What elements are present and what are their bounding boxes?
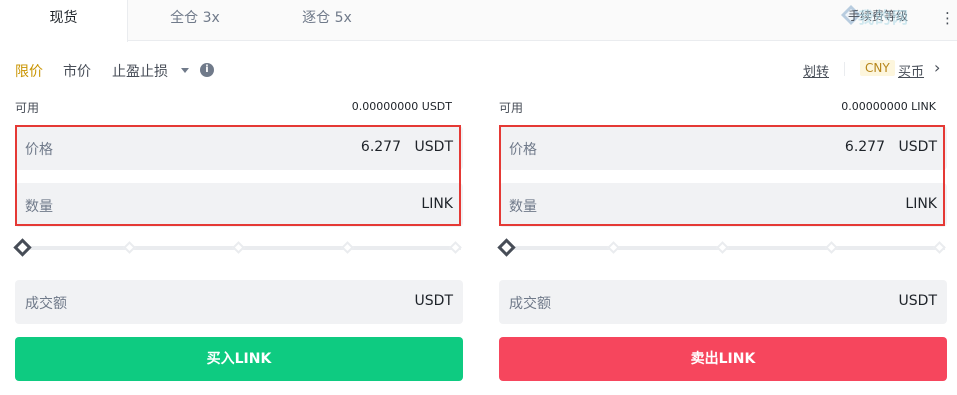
price-value: 6.277	[844, 139, 885, 155]
buy-panel: 可用 0.00000000 USDT 价格 6.277 USDT 数量 LINK…	[13, 96, 463, 381]
slider-tick-75[interactable]	[341, 241, 354, 254]
slider-tick-100[interactable]	[449, 241, 462, 254]
buy-total-input[interactable]: 成交额 USDT	[15, 280, 463, 324]
slider-tick-75[interactable]	[825, 241, 838, 254]
slider-handle[interactable]	[497, 238, 516, 257]
price-unit: USDT	[414, 139, 453, 155]
order-type-stop-limit[interactable]: 止盈止损	[112, 61, 168, 81]
watermark: 我的网	[858, 8, 910, 27]
available-value: 0.00000000 USDT	[351, 100, 452, 113]
slider-tick-25[interactable]	[123, 241, 136, 254]
info-icon[interactable]: i	[200, 63, 214, 77]
transfer-link[interactable]: 划转	[803, 61, 829, 80]
divider	[844, 62, 845, 76]
buy-button[interactable]: 买入LINK	[15, 337, 463, 381]
chevron-right-icon[interactable]: ›	[934, 58, 940, 77]
order-type-limit[interactable]: 限价	[15, 61, 43, 81]
sell-amount-slider[interactable]	[497, 238, 947, 258]
sell-amount-input[interactable]: 数量 LINK	[499, 183, 947, 227]
slider-handle[interactable]	[13, 238, 32, 257]
amount-label: 数量	[25, 199, 53, 215]
slider-tick-50[interactable]	[716, 241, 729, 254]
sell-button[interactable]: 卖出LINK	[499, 337, 947, 381]
sell-panel: 可用 0.00000000 LINK 价格 6.277 USDT 数量 LINK…	[497, 96, 947, 381]
total-label: 成交额	[25, 296, 67, 312]
buy-amount-slider[interactable]	[13, 238, 463, 258]
slider-tick-100[interactable]	[933, 241, 946, 254]
slider-tick-50[interactable]	[232, 241, 245, 254]
tab-spot[interactable]: 现货	[0, 0, 128, 42]
available-balance-row: 可用 0.00000000 USDT	[15, 96, 463, 118]
price-unit: USDT	[898, 139, 937, 155]
amount-unit: LINK	[905, 196, 937, 212]
total-unit: USDT	[898, 293, 937, 309]
buy-amount-input[interactable]: 数量 LINK	[15, 183, 463, 227]
trade-mode-tabs: 现货 全仓 3x 逐仓 5x 手续费等级 我的网 ⋮	[0, 0, 957, 42]
tab-isolated-margin[interactable]: 逐仓 5x	[262, 0, 392, 41]
available-label: 可用	[15, 101, 40, 115]
sell-total-input[interactable]: 成交额 USDT	[499, 280, 947, 324]
more-options-icon[interactable]: ⋮	[940, 9, 955, 27]
amount-label: 数量	[509, 199, 537, 215]
price-value: 6.277	[360, 139, 401, 155]
total-unit: USDT	[414, 293, 453, 309]
currency-badge: CNY	[860, 60, 895, 76]
price-label: 价格	[509, 142, 537, 158]
slider-tick-25[interactable]	[607, 241, 620, 254]
available-label: 可用	[499, 101, 524, 115]
total-label: 成交额	[509, 296, 551, 312]
price-label: 价格	[25, 142, 53, 158]
buy-crypto-link[interactable]: 买币	[898, 61, 924, 80]
available-balance-row: 可用 0.00000000 LINK	[499, 96, 947, 118]
order-type-market[interactable]: 市价	[63, 61, 91, 81]
buy-price-input[interactable]: 价格 6.277 USDT	[15, 126, 463, 170]
tab-cross-margin[interactable]: 全仓 3x	[128, 0, 262, 41]
sell-price-input[interactable]: 价格 6.277 USDT	[499, 126, 947, 170]
caret-down-icon[interactable]	[181, 68, 189, 73]
amount-unit: LINK	[421, 196, 453, 212]
available-value: 0.00000000 LINK	[841, 100, 936, 113]
